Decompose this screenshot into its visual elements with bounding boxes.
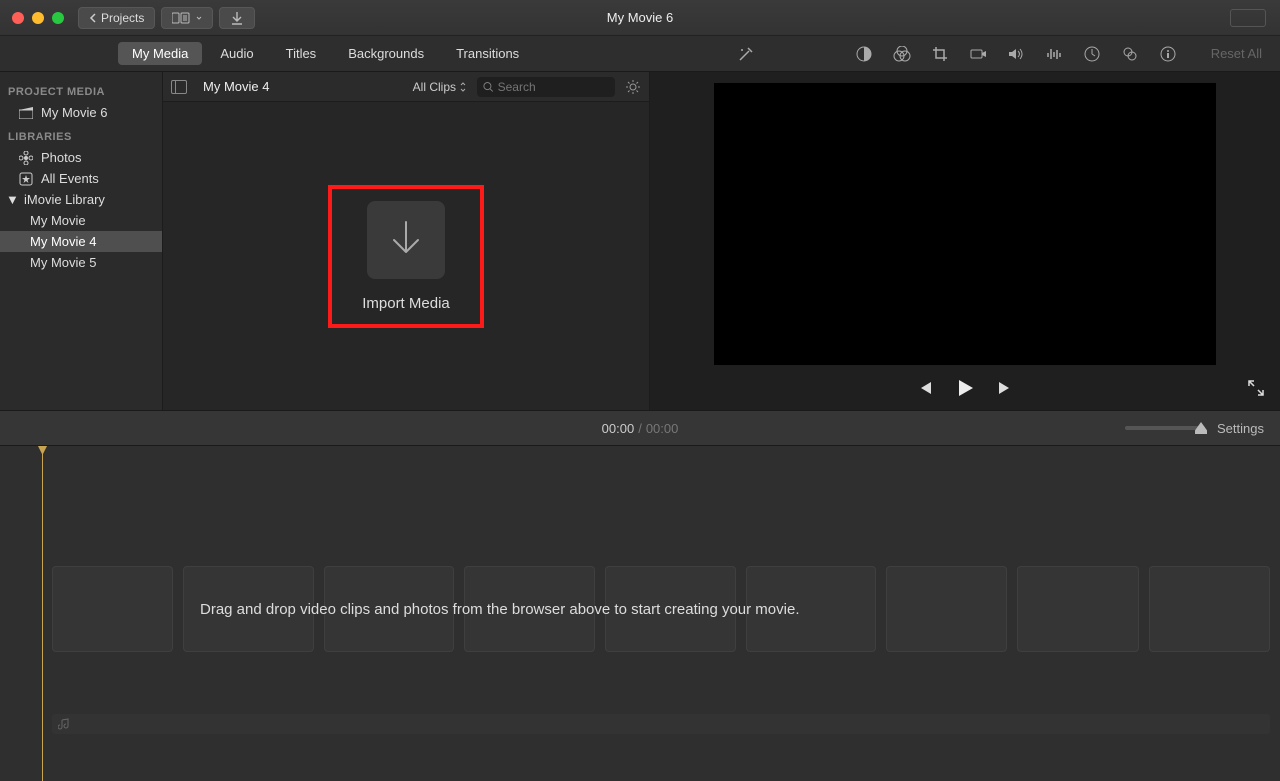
import-arrow-icon — [230, 11, 244, 25]
playback-controls — [650, 366, 1280, 410]
sidebar-item-label: My Movie 4 — [30, 234, 96, 249]
timecode-bar: 00:00 / 00:00 Settings — [0, 410, 1280, 446]
sidebar-event-item[interactable]: My Movie — [0, 210, 162, 231]
sidebar-head-project-media: PROJECT MEDIA — [0, 78, 162, 102]
search-input[interactable] — [498, 80, 609, 94]
previous-icon[interactable] — [917, 381, 933, 395]
close-window-icon[interactable] — [12, 12, 24, 24]
timeline-clip-placeholder — [886, 566, 1007, 652]
filter-icon[interactable] — [1121, 45, 1139, 63]
view-mode-button[interactable] — [161, 7, 213, 29]
preview-canvas-area — [650, 72, 1280, 366]
timeline-audio-track[interactable] — [52, 714, 1270, 734]
playhead[interactable] — [42, 446, 43, 781]
back-label: Projects — [101, 11, 144, 25]
flower-icon — [18, 151, 33, 165]
import-media-highlight: Import Media — [328, 185, 484, 328]
clip-filter-dropdown[interactable]: All Clips — [413, 80, 467, 94]
color-balance-icon[interactable] — [855, 45, 873, 63]
timeline[interactable]: Drag and drop video clips and photos fro… — [0, 446, 1280, 781]
list-view-toggle-icon[interactable] — [171, 80, 187, 94]
gear-icon — [625, 79, 641, 95]
sidebar-item-all-events[interactable]: All Events — [0, 168, 162, 189]
browser-body: Import Media — [163, 102, 649, 410]
sidebar-item-label: My Movie 5 — [30, 255, 96, 270]
sidebar-item-project[interactable]: My Movie 6 — [0, 102, 162, 123]
chevron-down-icon — [196, 14, 202, 22]
total-time: 00:00 — [646, 421, 679, 436]
adjustment-toolbar: Reset All — [697, 45, 1280, 63]
sidebar-item-imovie-library[interactable]: ▼ iMovie Library — [0, 189, 162, 210]
disclosure-triangle-icon[interactable]: ▼ — [6, 192, 16, 207]
browser-settings-button[interactable] — [625, 79, 641, 95]
sidebar-item-label: All Events — [41, 171, 99, 186]
fullscreen-button[interactable] — [1248, 380, 1264, 396]
zoom-thumb-icon[interactable] — [1195, 422, 1207, 434]
zoom-window-icon[interactable] — [52, 12, 64, 24]
tab-my-media[interactable]: My Media — [118, 42, 202, 65]
video-canvas[interactable] — [714, 83, 1216, 365]
media-view-icon — [172, 12, 190, 24]
music-note-icon — [58, 718, 70, 730]
next-icon[interactable] — [997, 381, 1013, 395]
tab-titles[interactable]: Titles — [272, 42, 331, 65]
star-icon — [18, 172, 33, 186]
clapperboard-icon — [18, 106, 33, 120]
timeline-clip-placeholder — [1149, 566, 1270, 652]
media-browser: My Movie 4 All Clips Import Media — [163, 72, 650, 410]
timeline-hint: Drag and drop video clips and photos fro… — [200, 601, 799, 618]
preview-pane — [650, 72, 1280, 410]
back-to-projects-button[interactable]: Projects — [78, 7, 155, 29]
sidebar-event-item[interactable]: My Movie 4 — [0, 231, 162, 252]
updown-chevron-icon — [459, 82, 467, 92]
sidebar-item-photos[interactable]: Photos — [0, 147, 162, 168]
tab-audio[interactable]: Audio — [206, 42, 267, 65]
speed-icon[interactable] — [1083, 45, 1101, 63]
timeline-clip-placeholder — [52, 566, 173, 652]
sidebar-event-item[interactable]: My Movie 5 — [0, 252, 162, 273]
import-button[interactable] — [219, 7, 255, 29]
browser-bar: My Movie 4 All Clips — [163, 72, 649, 102]
timeline-clip-placeholder — [1017, 566, 1138, 652]
stabilization-icon[interactable] — [969, 45, 987, 63]
search-icon — [483, 81, 494, 93]
sidebar-item-label: Photos — [41, 150, 81, 165]
noise-reduction-icon[interactable] — [1045, 45, 1063, 63]
minimize-window-icon[interactable] — [32, 12, 44, 24]
search-field[interactable] — [477, 77, 615, 97]
reset-all-button[interactable]: Reset All — [1211, 46, 1262, 61]
download-arrow-icon — [386, 218, 426, 262]
chevron-left-icon — [89, 13, 97, 23]
sidebar-head-libraries: LIBRARIES — [0, 123, 162, 147]
expand-icon — [1248, 380, 1264, 396]
media-tabs-row: My Media Audio Titles Backgrounds Transi… — [0, 36, 1280, 72]
sidebar: PROJECT MEDIA My Movie 6 LIBRARIES Photo… — [0, 72, 163, 410]
filter-label: All Clips — [413, 80, 456, 94]
sidebar-item-label: My Movie — [30, 213, 86, 228]
timeline-settings-button[interactable]: Settings — [1217, 421, 1264, 436]
sidebar-item-label: iMovie Library — [24, 192, 105, 207]
media-tabs: My Media Audio Titles Backgrounds Transi… — [118, 42, 533, 65]
enhance-icon[interactable] — [737, 45, 755, 63]
zoom-slider[interactable] — [1125, 426, 1205, 430]
tab-backgrounds[interactable]: Backgrounds — [334, 42, 438, 65]
browser-title: My Movie 4 — [197, 79, 403, 94]
title-bar: Projects My Movie 6 — [0, 0, 1280, 36]
tab-transitions[interactable]: Transitions — [442, 42, 533, 65]
share-button[interactable] — [1230, 9, 1266, 27]
crop-icon[interactable] — [931, 45, 949, 63]
volume-icon[interactable] — [1007, 45, 1025, 63]
sidebar-item-label: My Movie 6 — [41, 105, 107, 120]
import-media-button[interactable] — [367, 201, 445, 279]
import-media-label: Import Media — [362, 295, 450, 312]
color-correction-icon[interactable] — [893, 45, 911, 63]
window-controls — [0, 12, 64, 24]
current-time: 00:00 — [602, 421, 635, 436]
play-icon[interactable] — [955, 378, 975, 398]
info-icon[interactable] — [1159, 45, 1177, 63]
